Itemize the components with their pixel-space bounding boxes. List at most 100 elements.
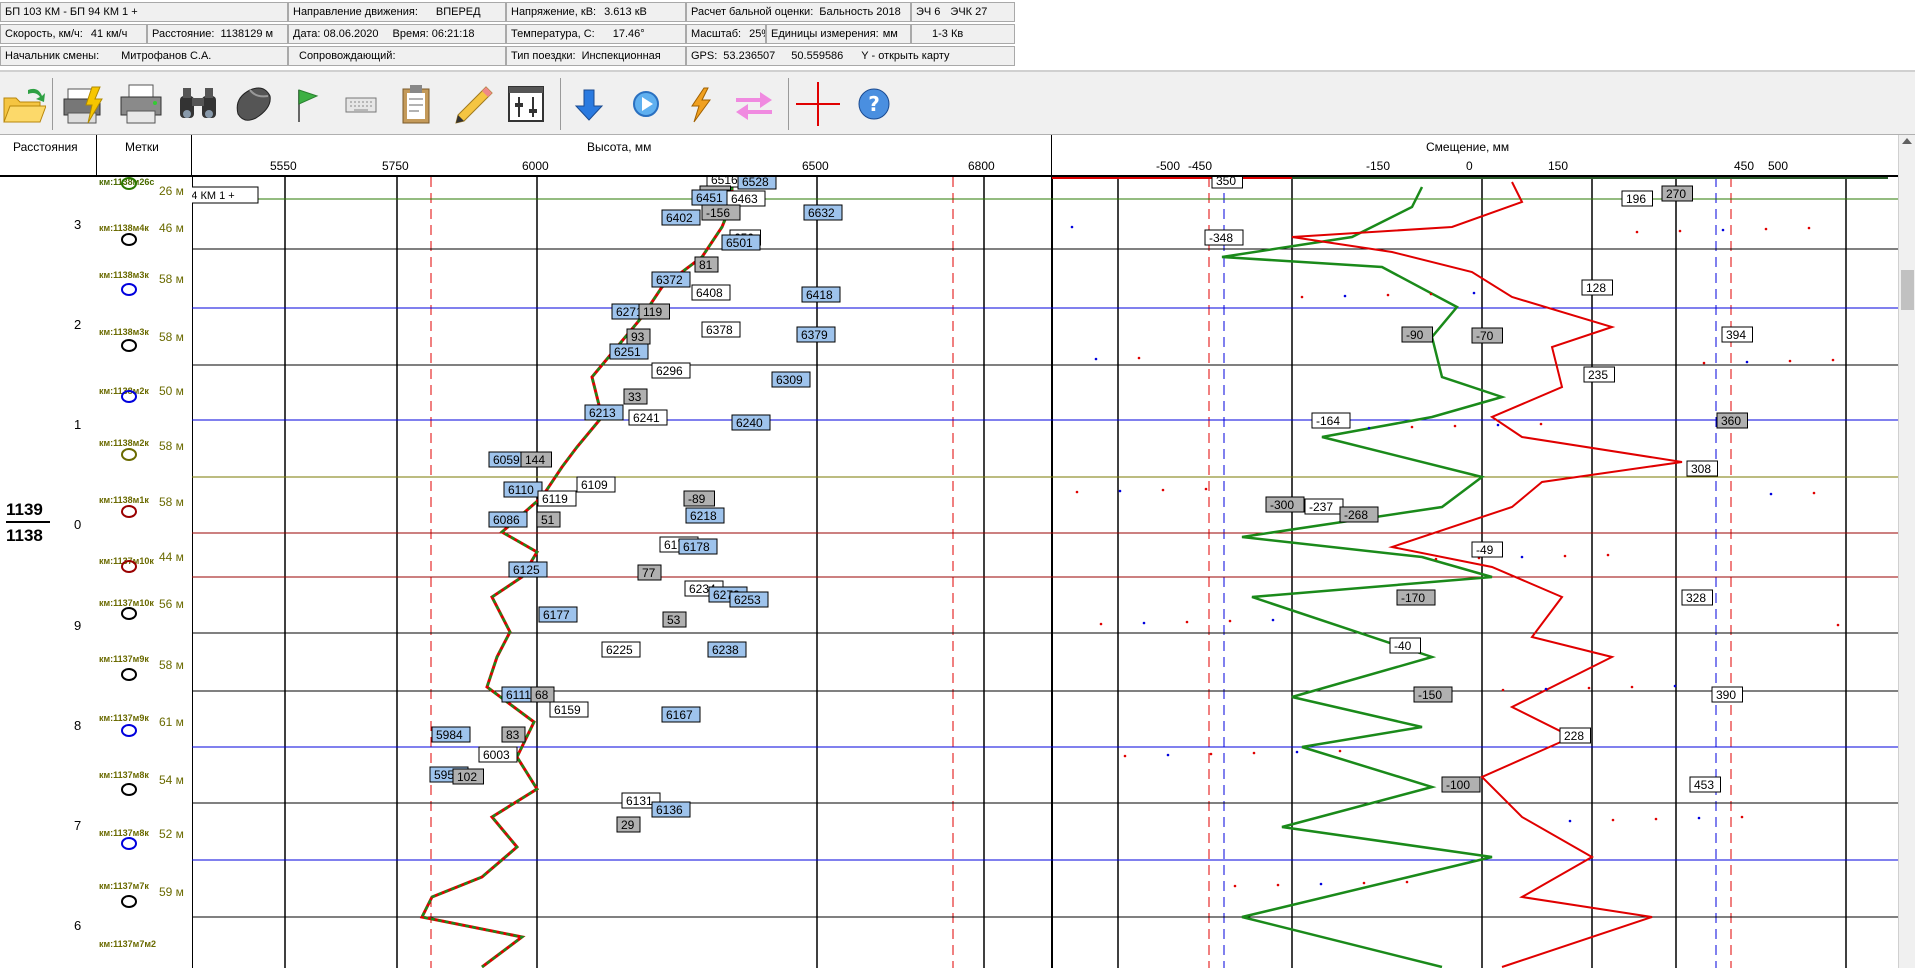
height-value-label: 6379 — [801, 328, 828, 342]
temperature-label: Температура, С: — [511, 28, 595, 40]
play-icon[interactable] — [624, 82, 668, 126]
marks-header-label: Метки — [125, 140, 159, 154]
svg-text:?: ? — [868, 92, 880, 116]
plot-area[interactable]: 326-2кЧ325324323Р322321А320П319П318А317Р… — [192, 177, 1898, 968]
offset-value-label: -268 — [1344, 508, 1368, 522]
offset-value-label: 235 — [1588, 368, 1608, 382]
ech-value: ЭЧ 6 — [916, 6, 941, 18]
mark-circle-icon — [121, 895, 137, 908]
height-value-label: 5984 — [436, 728, 463, 742]
keyboard-icon[interactable] — [340, 82, 384, 126]
scatter-dot — [1137, 356, 1141, 360]
clipboard-icon[interactable] — [395, 82, 439, 126]
score-value: Бальность 2018 — [819, 6, 901, 18]
height-value-label: 6528 — [742, 177, 769, 189]
offset-value-label: -150 — [1418, 688, 1442, 702]
scale-value: 25% — [749, 28, 765, 40]
height-value-label: 33 — [628, 390, 642, 404]
mark-distance: 44 м — [159, 550, 184, 564]
settings-panel-icon[interactable] — [505, 82, 549, 126]
print-fast-icon[interactable] — [62, 82, 106, 126]
chief-label: Начальник смены: — [5, 50, 100, 62]
scatter-dot — [1611, 818, 1615, 822]
offset-value-label: 360 — [1721, 414, 1741, 428]
mark-distance: 50 м — [159, 384, 184, 398]
height-value-label: 6109 — [581, 478, 608, 492]
mark-distance: 58 м — [159, 495, 184, 509]
toolbar-separator — [560, 78, 561, 130]
mark-circle-icon — [121, 837, 137, 850]
offset-tick: 450 — [1734, 159, 1755, 173]
scatter-dot — [1563, 554, 1567, 558]
mark-circle-icon — [121, 339, 137, 352]
height-value-label: 6110 — [508, 483, 534, 497]
scatter-dot — [1745, 360, 1749, 364]
height-value-label: 6418 — [806, 288, 833, 302]
toolbar-separator — [788, 78, 789, 130]
arrow-down-icon[interactable] — [568, 82, 612, 126]
mark-circle-icon — [121, 560, 137, 573]
scale-label: Масштаб: — [691, 28, 742, 40]
lightning-icon[interactable] — [678, 82, 722, 126]
height-value-label: 51 — [541, 513, 555, 527]
crosshair-icon[interactable] — [796, 82, 840, 126]
offset-value-label: -348 — [1209, 231, 1233, 245]
scatter-dot — [1204, 487, 1208, 491]
mark-circle-icon — [121, 724, 137, 737]
mark-distance: 58 м — [159, 658, 184, 672]
binoculars-icon[interactable] — [176, 82, 220, 126]
km-number-bottom: 1138 — [6, 526, 43, 545]
height-value-label: 6119 — [542, 492, 568, 506]
scatter-dot — [1252, 751, 1256, 755]
scatter-dot — [1161, 488, 1165, 492]
units-label: Единицы измерения: — [771, 28, 879, 40]
print-icon[interactable] — [119, 82, 163, 126]
pencil-icon[interactable] — [450, 82, 494, 126]
height-value-label: 6136 — [656, 803, 683, 817]
distance-tick: 6 — [74, 918, 82, 933]
height-tick: 6500 — [802, 159, 829, 173]
open-folder-icon[interactable] — [2, 82, 46, 126]
vertical-scrollbar[interactable] — [1898, 135, 1915, 968]
height-value-label: 6225 — [606, 643, 633, 657]
kv-value: 1-3 Кв — [932, 28, 964, 40]
mark-label: км:1138м4к — [99, 223, 149, 233]
scatter-dot — [1295, 750, 1299, 754]
direction-label: Направление движения: — [293, 6, 418, 18]
toolbar: ? — [0, 72, 1915, 135]
mouse-icon[interactable] — [230, 82, 274, 126]
height-value-label: 29 — [621, 818, 635, 832]
mark-label: км:1137м9к — [99, 654, 149, 664]
height-value-label: 6213 — [589, 406, 616, 420]
scatter-dot — [1740, 815, 1744, 819]
gps-label: GPS: — [691, 50, 718, 62]
offset-value-label: 453 — [1694, 778, 1714, 792]
distance-label: Расстояние: — [152, 28, 215, 40]
time-label: Время: 06:21:18 — [392, 28, 475, 40]
gps-lat: 53.236507 — [723, 50, 776, 62]
voltage-cell: Напряжение, кВ: 3.613 кВ — [506, 2, 686, 22]
swap-arrows-icon[interactable] — [732, 82, 776, 126]
scatter-dot — [1831, 358, 1835, 362]
height-value-label: 6111 — [506, 688, 531, 702]
mark-label: км:1137м8к — [99, 770, 149, 780]
help-icon[interactable]: ? — [852, 82, 896, 126]
distances-header: Расстояния — [0, 135, 97, 177]
toolbar-separator — [52, 78, 53, 130]
scatter-dot — [1836, 623, 1840, 627]
height-value-label: 6240 — [736, 416, 763, 430]
scrollbar-thumb[interactable] — [1901, 270, 1914, 310]
scatter-dot — [1233, 884, 1237, 888]
offset-value-label: -237 — [1309, 500, 1333, 514]
height-value-label: -156 — [706, 206, 730, 220]
mark-distance: 58 м — [159, 439, 184, 453]
mark-circle-icon — [121, 177, 137, 190]
scatter-dot — [1544, 687, 1548, 691]
scroll-up-arrow-icon[interactable] — [1902, 138, 1912, 144]
distance-tick: 2 — [74, 317, 82, 332]
flag-icon[interactable] — [285, 82, 329, 126]
offset-value-label: -70 — [1476, 329, 1494, 343]
scatter-dot — [1472, 291, 1476, 295]
scatter-dot — [1587, 686, 1591, 690]
height-value-label: 83 — [506, 728, 520, 742]
